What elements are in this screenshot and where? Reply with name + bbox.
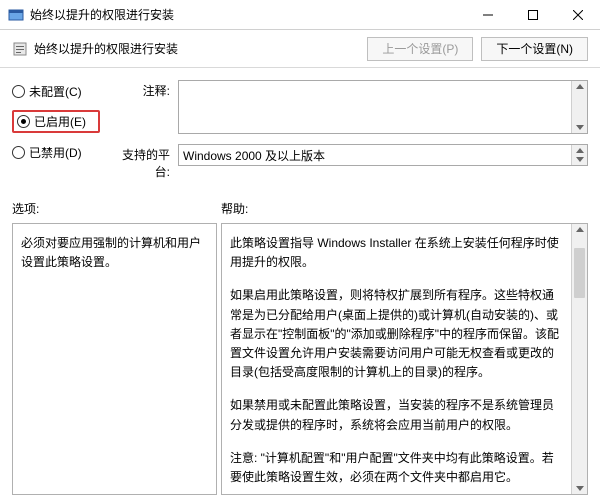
radio-icon — [12, 85, 25, 98]
scrollbar-thumb[interactable] — [574, 248, 585, 298]
chevron-down-icon — [576, 125, 584, 130]
platform-field: Windows 2000 及以上版本 — [178, 144, 588, 166]
minimize-button[interactable] — [465, 0, 510, 29]
title-bar: 始终以提升的权限进行安装 — [0, 0, 600, 30]
maximize-button[interactable] — [510, 0, 555, 29]
options-panel: 必须对要应用强制的计算机和用户设置此策略设置。 — [12, 223, 217, 495]
platform-label: 支持的平台: — [110, 144, 170, 180]
help-paragraph: 注意: "计算机配置"和"用户配置"文件夹中均有此策略设置。若要使此策略设置生效… — [230, 449, 565, 487]
toolbar: 始终以提升的权限进行安装 上一个设置(P) 下一个设置(N) — [0, 30, 600, 68]
app-icon — [8, 7, 24, 23]
comment-input[interactable] — [178, 80, 588, 134]
radio-enabled-highlight: 已启用(E) — [12, 110, 100, 133]
window-title: 始终以提升的权限进行安装 — [30, 6, 465, 23]
policy-icon — [12, 41, 28, 57]
radio-label: 已启用(E) — [34, 113, 86, 130]
help-panel: 此策略设置指导 Windows Installer 在系统上安装任何程序时使用提… — [221, 223, 588, 495]
scrollbar[interactable] — [571, 81, 587, 133]
chevron-up-icon — [576, 227, 584, 232]
chevron-up-icon — [576, 84, 584, 89]
radio-label: 已禁用(D) — [29, 144, 82, 161]
help-paragraph: 如果禁用或未配置此策略设置，当安装的程序不是系统管理员分发或提供的程序时，系统将… — [230, 396, 565, 434]
close-button[interactable] — [555, 0, 600, 29]
help-paragraph: 如果启用此策略设置，则将特权扩展到所有程序。这些特权通常是为已分配给用户(桌面上… — [230, 286, 565, 382]
options-label: 选项: — [12, 200, 217, 217]
chevron-down-icon — [576, 486, 584, 491]
next-setting-button[interactable]: 下一个设置(N) — [481, 37, 588, 61]
radio-group: 未配置(C) 已启用(E) 已禁用(D) — [12, 80, 100, 180]
help-paragraph: 此策略设置指导 Windows Installer 在系统上安装任何程序时使用提… — [230, 234, 565, 272]
radio-disabled[interactable]: 已禁用(D) — [12, 143, 100, 161]
comment-label: 注释: — [110, 80, 170, 99]
radio-label: 未配置(C) — [29, 83, 82, 100]
scrollbar[interactable] — [571, 145, 587, 165]
prev-setting-button[interactable]: 上一个设置(P) — [367, 37, 473, 61]
options-text: 必须对要应用强制的计算机和用户设置此策略设置。 — [21, 234, 208, 272]
platform-value: Windows 2000 及以上版本 — [183, 147, 325, 164]
scrollbar[interactable] — [571, 224, 587, 494]
help-label: 帮助: — [221, 200, 588, 217]
toolbar-title: 始终以提升的权限进行安装 — [34, 40, 359, 57]
radio-icon — [12, 146, 25, 159]
radio-icon — [17, 115, 30, 128]
radio-enabled[interactable]: 已启用(E) — [17, 113, 86, 130]
chevron-up-icon — [576, 148, 584, 153]
chevron-down-icon — [576, 157, 584, 162]
radio-not-configured[interactable]: 未配置(C) — [12, 82, 100, 100]
